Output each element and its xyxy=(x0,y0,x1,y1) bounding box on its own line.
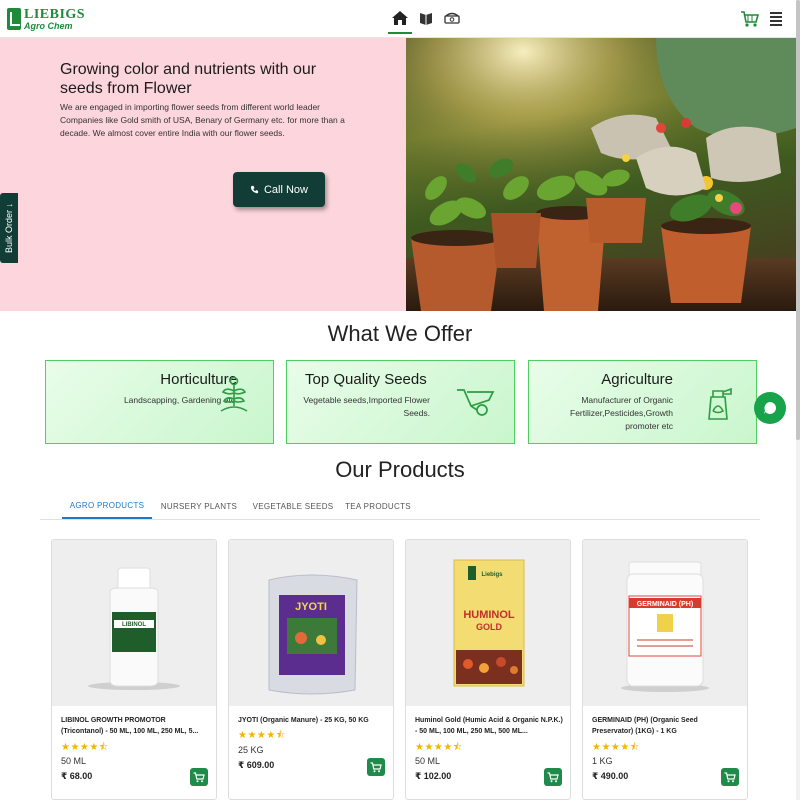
product-card[interactable]: JYOTI JYOTI (Organic Manure) - 25 KG, 50… xyxy=(228,539,394,800)
product-bottle-illustration: LIBINOL xyxy=(88,567,180,690)
product-image[interactable]: JYOTI xyxy=(229,540,393,706)
brand-logo[interactable]: LIEBIGS Agro Chem xyxy=(7,6,85,32)
logo-brand-text: LIEBIGS xyxy=(24,6,86,22)
product-name[interactable]: JYOTI (Organic Manure) - 25 KG, 50 KG xyxy=(238,715,386,726)
svg-text:GOLD: GOLD xyxy=(476,622,502,632)
page-scrollbar[interactable] xyxy=(796,0,800,800)
product-card[interactable]: Liebigs HUMINOL GOLD Huminol Gold (Humic… xyxy=(405,539,571,800)
product-price: ₹ 102.00 xyxy=(415,771,452,781)
hero-description: We are engaged in importing flower seeds… xyxy=(60,102,345,138)
offer-card-seeds[interactable]: Top Quality Seeds Vegetable seeds,Import… xyxy=(286,360,515,444)
product-price: ₹ 490.00 xyxy=(592,771,629,781)
product-rating: ★★★★⯪ xyxy=(592,742,640,753)
phone-icon xyxy=(250,185,259,194)
wheelbarrow-icon xyxy=(457,389,495,416)
cart-icon xyxy=(370,761,382,772)
product-size: 50 ML xyxy=(61,756,87,766)
nav-contact[interactable] xyxy=(439,0,465,36)
offer-text: Manufacturer of Organic Fertilizer,Pesti… xyxy=(570,395,673,431)
product-jar-illustration: GERMINAID (PH) xyxy=(621,561,709,692)
call-now-label: Call Now xyxy=(263,183,308,196)
product-size: 1 KG xyxy=(592,756,613,766)
page: LIEBIGS Agro Chem Growing color and nutr… xyxy=(0,0,800,800)
product-rating: ★★★★⯪ xyxy=(61,742,109,753)
offer-card-horticulture[interactable]: Horticulture Landscapping, Gardening etc xyxy=(45,360,274,444)
hamburger-menu-icon[interactable] xyxy=(770,12,782,26)
offer-text: Vegetable seeds,Imported Flower Seeds. xyxy=(303,395,430,418)
book-icon xyxy=(420,13,432,25)
add-to-cart-button[interactable] xyxy=(721,768,739,786)
product-rating: ★★★★⯪ xyxy=(238,730,286,741)
product-name[interactable]: LIBINOL GROWTH PROMOTOR (Tricontanol) - … xyxy=(61,715,209,737)
nav-catalog[interactable] xyxy=(413,0,439,36)
scrollbar-thumb[interactable] xyxy=(796,0,800,440)
svg-text:HUMINOL: HUMINOL xyxy=(463,609,515,621)
hero-garden-image xyxy=(406,38,796,311)
product-name[interactable]: GERMINAID (PH) (Organic Seed Preservator… xyxy=(592,715,740,737)
bulk-order-tab[interactable]: Bulk Order ↓ xyxy=(0,193,18,263)
product-rating: ★★★★⯪ xyxy=(415,742,463,753)
svg-text:LIBINOL: LIBINOL xyxy=(122,622,146,628)
product-card[interactable]: LIBINOL LIBINOL GROWTH PROMOTOR (Tricont… xyxy=(51,539,217,800)
offer-text: Landscapping, Gardening etc xyxy=(123,395,235,405)
tab-vegetable-seeds[interactable]: VEGETABLE SEEDS xyxy=(247,493,339,519)
offer-card-agriculture[interactable]: Agriculture Manufacturer of Organic Fert… xyxy=(528,360,757,444)
tab-agro-products[interactable]: AGRO PRODUCTS xyxy=(62,493,152,519)
svg-text:JYOTI: JYOTI xyxy=(295,601,327,613)
tab-nursery-plants[interactable]: NURSERY PLANTS xyxy=(156,493,242,519)
sprout-icon xyxy=(220,376,248,412)
product-size: 25 KG xyxy=(238,745,264,755)
product-size: 50 ML xyxy=(415,756,441,766)
hero-garden-illustration xyxy=(406,38,796,311)
product-image[interactable]: Liebigs HUMINOL GOLD xyxy=(406,540,570,706)
spray-bottle-icon xyxy=(708,387,732,420)
product-image[interactable]: GERMINAID (PH) xyxy=(583,540,747,706)
svg-text:Liebigs: Liebigs xyxy=(481,572,503,578)
nav-home[interactable] xyxy=(387,0,413,36)
product-image[interactable]: LIBINOL xyxy=(52,540,216,706)
logo-sub-text: Agro Chem xyxy=(24,20,73,31)
chat-widget-button[interactable] xyxy=(754,392,786,424)
cart-icon[interactable] xyxy=(740,10,760,28)
hero-title: Growing color and nutrients with our see… xyxy=(60,61,317,97)
product-bag-illustration: JYOTI xyxy=(268,574,358,695)
cart-icon xyxy=(724,771,736,782)
product-name[interactable]: Huminol Gold (Humic Acid & Organic N.P.K… xyxy=(415,715,563,737)
phone-icon xyxy=(444,12,460,24)
add-to-cart-button[interactable] xyxy=(190,768,208,786)
products-section-title: Our Products xyxy=(335,457,465,482)
product-price: ₹ 68.00 xyxy=(61,771,93,781)
product-packet-illustration: Liebigs HUMINOL GOLD xyxy=(453,559,525,687)
home-icon xyxy=(392,11,408,25)
main-nav xyxy=(387,0,465,38)
cart-icon xyxy=(547,771,559,782)
product-tabs: AGRO PRODUCTS NURSERY PLANTS VEGETABLE S… xyxy=(40,493,760,520)
offers-section-title: What We Offer xyxy=(327,321,473,346)
add-to-cart-button[interactable] xyxy=(544,768,562,786)
chat-icon xyxy=(764,402,776,414)
cart-icon xyxy=(193,771,205,782)
offer-title: Agriculture xyxy=(601,371,673,388)
tab-tea-products[interactable]: TEA PRODUCTS xyxy=(342,493,414,519)
product-price: ₹ 609.00 xyxy=(238,760,275,770)
call-now-button[interactable]: Call Now xyxy=(233,172,325,207)
top-navbar: LIEBIGS Agro Chem xyxy=(0,0,796,38)
svg-text:GERMINAID (PH): GERMINAID (PH) xyxy=(637,601,693,608)
logo-mark-icon xyxy=(7,8,21,30)
offer-title: Top Quality Seeds xyxy=(305,371,427,388)
add-to-cart-button[interactable] xyxy=(367,758,385,776)
product-card[interactable]: GERMINAID (PH) GERMINAID (PH) (Organic S… xyxy=(582,539,748,800)
